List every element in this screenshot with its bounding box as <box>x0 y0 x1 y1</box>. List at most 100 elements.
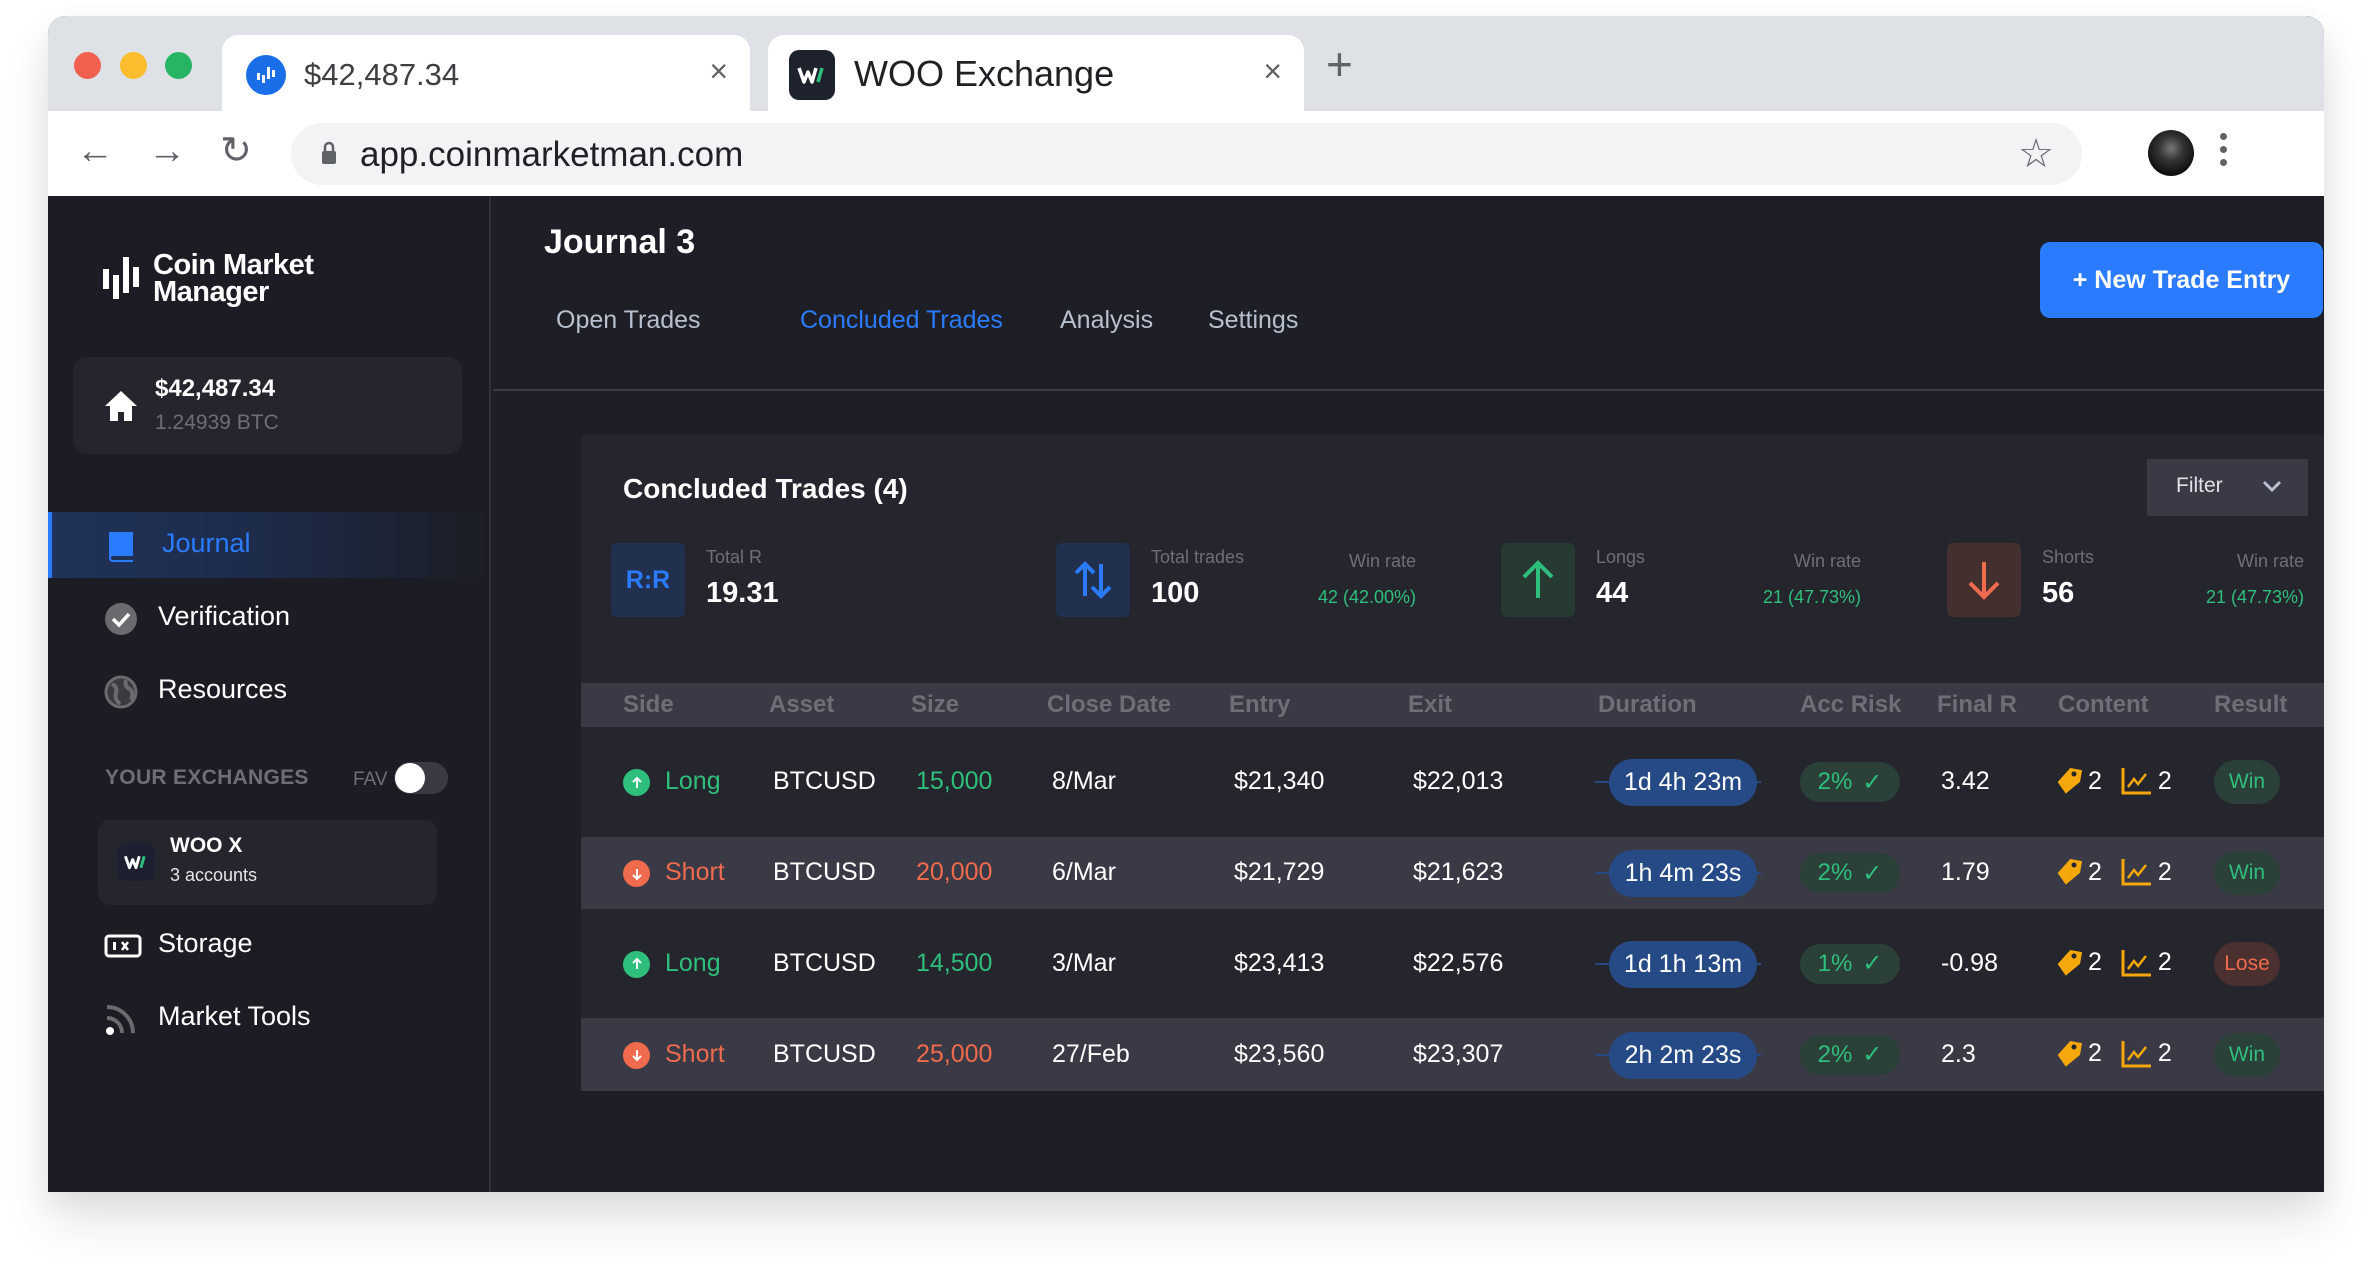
duration-pill: 1d 1h 13m <box>1609 940 1757 988</box>
sidebar-item-journal[interactable]: Journal <box>48 512 489 578</box>
sidebar-item-verification[interactable]: Verification <box>48 585 489 651</box>
column-header[interactable]: Asset <box>769 691 834 719</box>
menu-kebab-icon[interactable] <box>2220 133 2228 172</box>
check-icon: ✓ <box>1862 950 1883 977</box>
column-header[interactable]: Result <box>2214 691 2287 719</box>
win-rate-label: Win rate <box>2236 551 2304 571</box>
new-trade-entry-button[interactable]: + New Trade Entry <box>2040 242 2323 318</box>
side-arrow-icon <box>623 950 650 978</box>
swap-arrows-icon <box>1056 543 1130 617</box>
reload-icon[interactable]: ↻ <box>220 131 252 171</box>
column-header[interactable]: Acc Risk <box>1800 691 1901 719</box>
size: 20,000 <box>916 858 993 886</box>
content-cell[interactable]: 2 2 <box>2054 948 2172 978</box>
sidebar-item-storage[interactable]: Storage <box>48 912 489 978</box>
tab-bar: $42,487.34 × WOO Exchange × + <box>48 16 2324 111</box>
sidebar-item-market-tools[interactable]: Market Tools <box>48 985 489 1051</box>
duration-pill: 2h 2m 23s <box>1609 1031 1757 1079</box>
balance-usd: $42,487.34 <box>155 375 276 402</box>
content-cell[interactable]: 2 2 <box>2054 857 2172 887</box>
home-icon <box>105 391 137 421</box>
stat-label: Total R <box>706 547 763 567</box>
app-logo[interactable]: Coin Market Manager <box>101 251 314 307</box>
duration-pill: 1d 4h 23m <box>1609 759 1757 806</box>
minimize-window-button[interactable] <box>120 52 147 79</box>
column-header[interactable]: Side <box>623 691 674 719</box>
close-date: 27/Feb <box>1052 1039 1130 1068</box>
bookmark-star-icon[interactable]: ☆ <box>2018 131 2054 177</box>
column-header[interactable]: Close Date <box>1047 691 1171 719</box>
balance-card[interactable]: $42,487.34 1.24939 BTC <box>73 357 462 454</box>
browser-toolbar: ← → ↻ app.coinmarketman.com ☆ <box>48 111 2324 196</box>
column-header[interactable]: Entry <box>1229 691 1290 719</box>
chart-count: 2 <box>2157 766 2172 795</box>
tag-icon <box>2057 1040 2083 1067</box>
sidebar-item-resources[interactable]: Resources <box>48 658 489 724</box>
stat-label: Longs <box>1596 547 1646 567</box>
acc-risk-badge: 1% ✓ <box>1800 943 1900 984</box>
tab-open-trades[interactable]: Open Trades <box>556 306 701 335</box>
stat-value: 56 <box>2042 577 2075 609</box>
tag-icon <box>2057 859 2083 885</box>
rr-icon: R:R <box>611 543 685 617</box>
column-header[interactable]: Content <box>2058 691 2149 719</box>
stat-total-trades: Total trades 100 Win rate 42 (42.00%) <box>1056 543 1416 617</box>
arrow-down-icon <box>1947 543 2021 617</box>
tab-analysis[interactable]: Analysis <box>1060 306 1153 335</box>
chart-icon <box>2121 949 2151 976</box>
back-icon[interactable]: ← <box>76 131 114 171</box>
profile-avatar[interactable] <box>2148 130 2194 176</box>
filter-dropdown[interactable]: Filter <box>2147 459 2308 516</box>
check-icon: ✓ <box>1862 768 1883 796</box>
maximize-window-button[interactable] <box>165 52 192 79</box>
forward-icon[interactable]: → <box>148 131 186 171</box>
stat-value: 44 <box>1596 577 1629 609</box>
tab-settings[interactable]: Settings <box>1208 306 1298 335</box>
check-icon: ✓ <box>1862 859 1883 887</box>
size: 14,500 <box>916 948 993 977</box>
content-cell[interactable]: 2 2 <box>2054 1039 2172 1069</box>
table-row[interactable]: Long BTCUSD 14,500 3/Mar $23,413 $22,576… <box>581 909 2324 1018</box>
close-date: 3/Mar <box>1052 948 1116 977</box>
fav-toggle[interactable] <box>394 762 448 794</box>
exchanges-header: YOUR EXCHANGES <box>105 766 309 789</box>
acc-risk-value: 2% <box>1817 768 1853 795</box>
side: Short <box>665 1039 725 1068</box>
table-row[interactable]: Short BTCUSD 25,000 27/Feb $23,560 $23,3… <box>581 1018 2324 1091</box>
chart-count: 2 <box>2157 1039 2172 1067</box>
size: 15,000 <box>916 767 993 795</box>
column-header[interactable]: Final R <box>1937 691 2017 719</box>
stat-longs: Longs 44 Win rate 21 (47.73%) <box>1501 543 1861 617</box>
win-rate-value: 42 (42.00%) <box>1317 587 1416 607</box>
browser-tab-woo[interactable]: WOO Exchange × <box>768 35 1304 111</box>
table-row[interactable]: Long BTCUSD 15,000 8/Mar $21,340 $22,013… <box>581 727 2324 837</box>
tag-count: 2 <box>2088 766 2102 795</box>
exit-price: $22,013 <box>1413 767 1504 795</box>
table-row[interactable]: Short BTCUSD 20,000 6/Mar $21,729 $21,62… <box>581 837 2324 909</box>
size: 25,000 <box>916 1039 993 1068</box>
check-icon: ✓ <box>1862 1041 1883 1068</box>
stat-label: Shorts <box>2042 547 2095 567</box>
acc-risk-value: 2% <box>1817 1040 1853 1068</box>
exchange-name: WOO X <box>170 834 243 857</box>
exchange-card-woox[interactable]: WOO X 3 accounts <box>98 820 437 905</box>
close-window-button[interactable] <box>74 52 101 79</box>
toggle-knob <box>395 763 425 793</box>
column-header[interactable]: Size <box>911 691 959 719</box>
tag-count: 2 <box>2088 1039 2102 1067</box>
browser-tab-coinmarketman[interactable]: $42,487.34 × <box>222 35 750 111</box>
rr-icon-text: R:R <box>625 565 671 594</box>
content-cell[interactable]: 2 2 <box>2054 766 2172 796</box>
close-tab-icon[interactable]: × <box>1263 53 1282 90</box>
side-arrow-icon <box>623 860 650 887</box>
stat-value: 19.31 <box>706 577 779 609</box>
chart-icon <box>2121 1040 2151 1067</box>
column-header[interactable]: Duration <box>1598 691 1697 719</box>
column-header[interactable]: Exit <box>1408 691 1452 719</box>
final-r: -0.98 <box>1941 948 1998 977</box>
address-bar[interactable]: app.coinmarketman.com ☆ <box>291 123 2082 185</box>
tab-concluded-trades[interactable]: Concluded Trades <box>800 306 1003 335</box>
close-tab-icon[interactable]: × <box>709 53 728 90</box>
acc-risk-value: 1% <box>1817 949 1853 977</box>
new-tab-icon[interactable]: + <box>1326 41 1353 87</box>
